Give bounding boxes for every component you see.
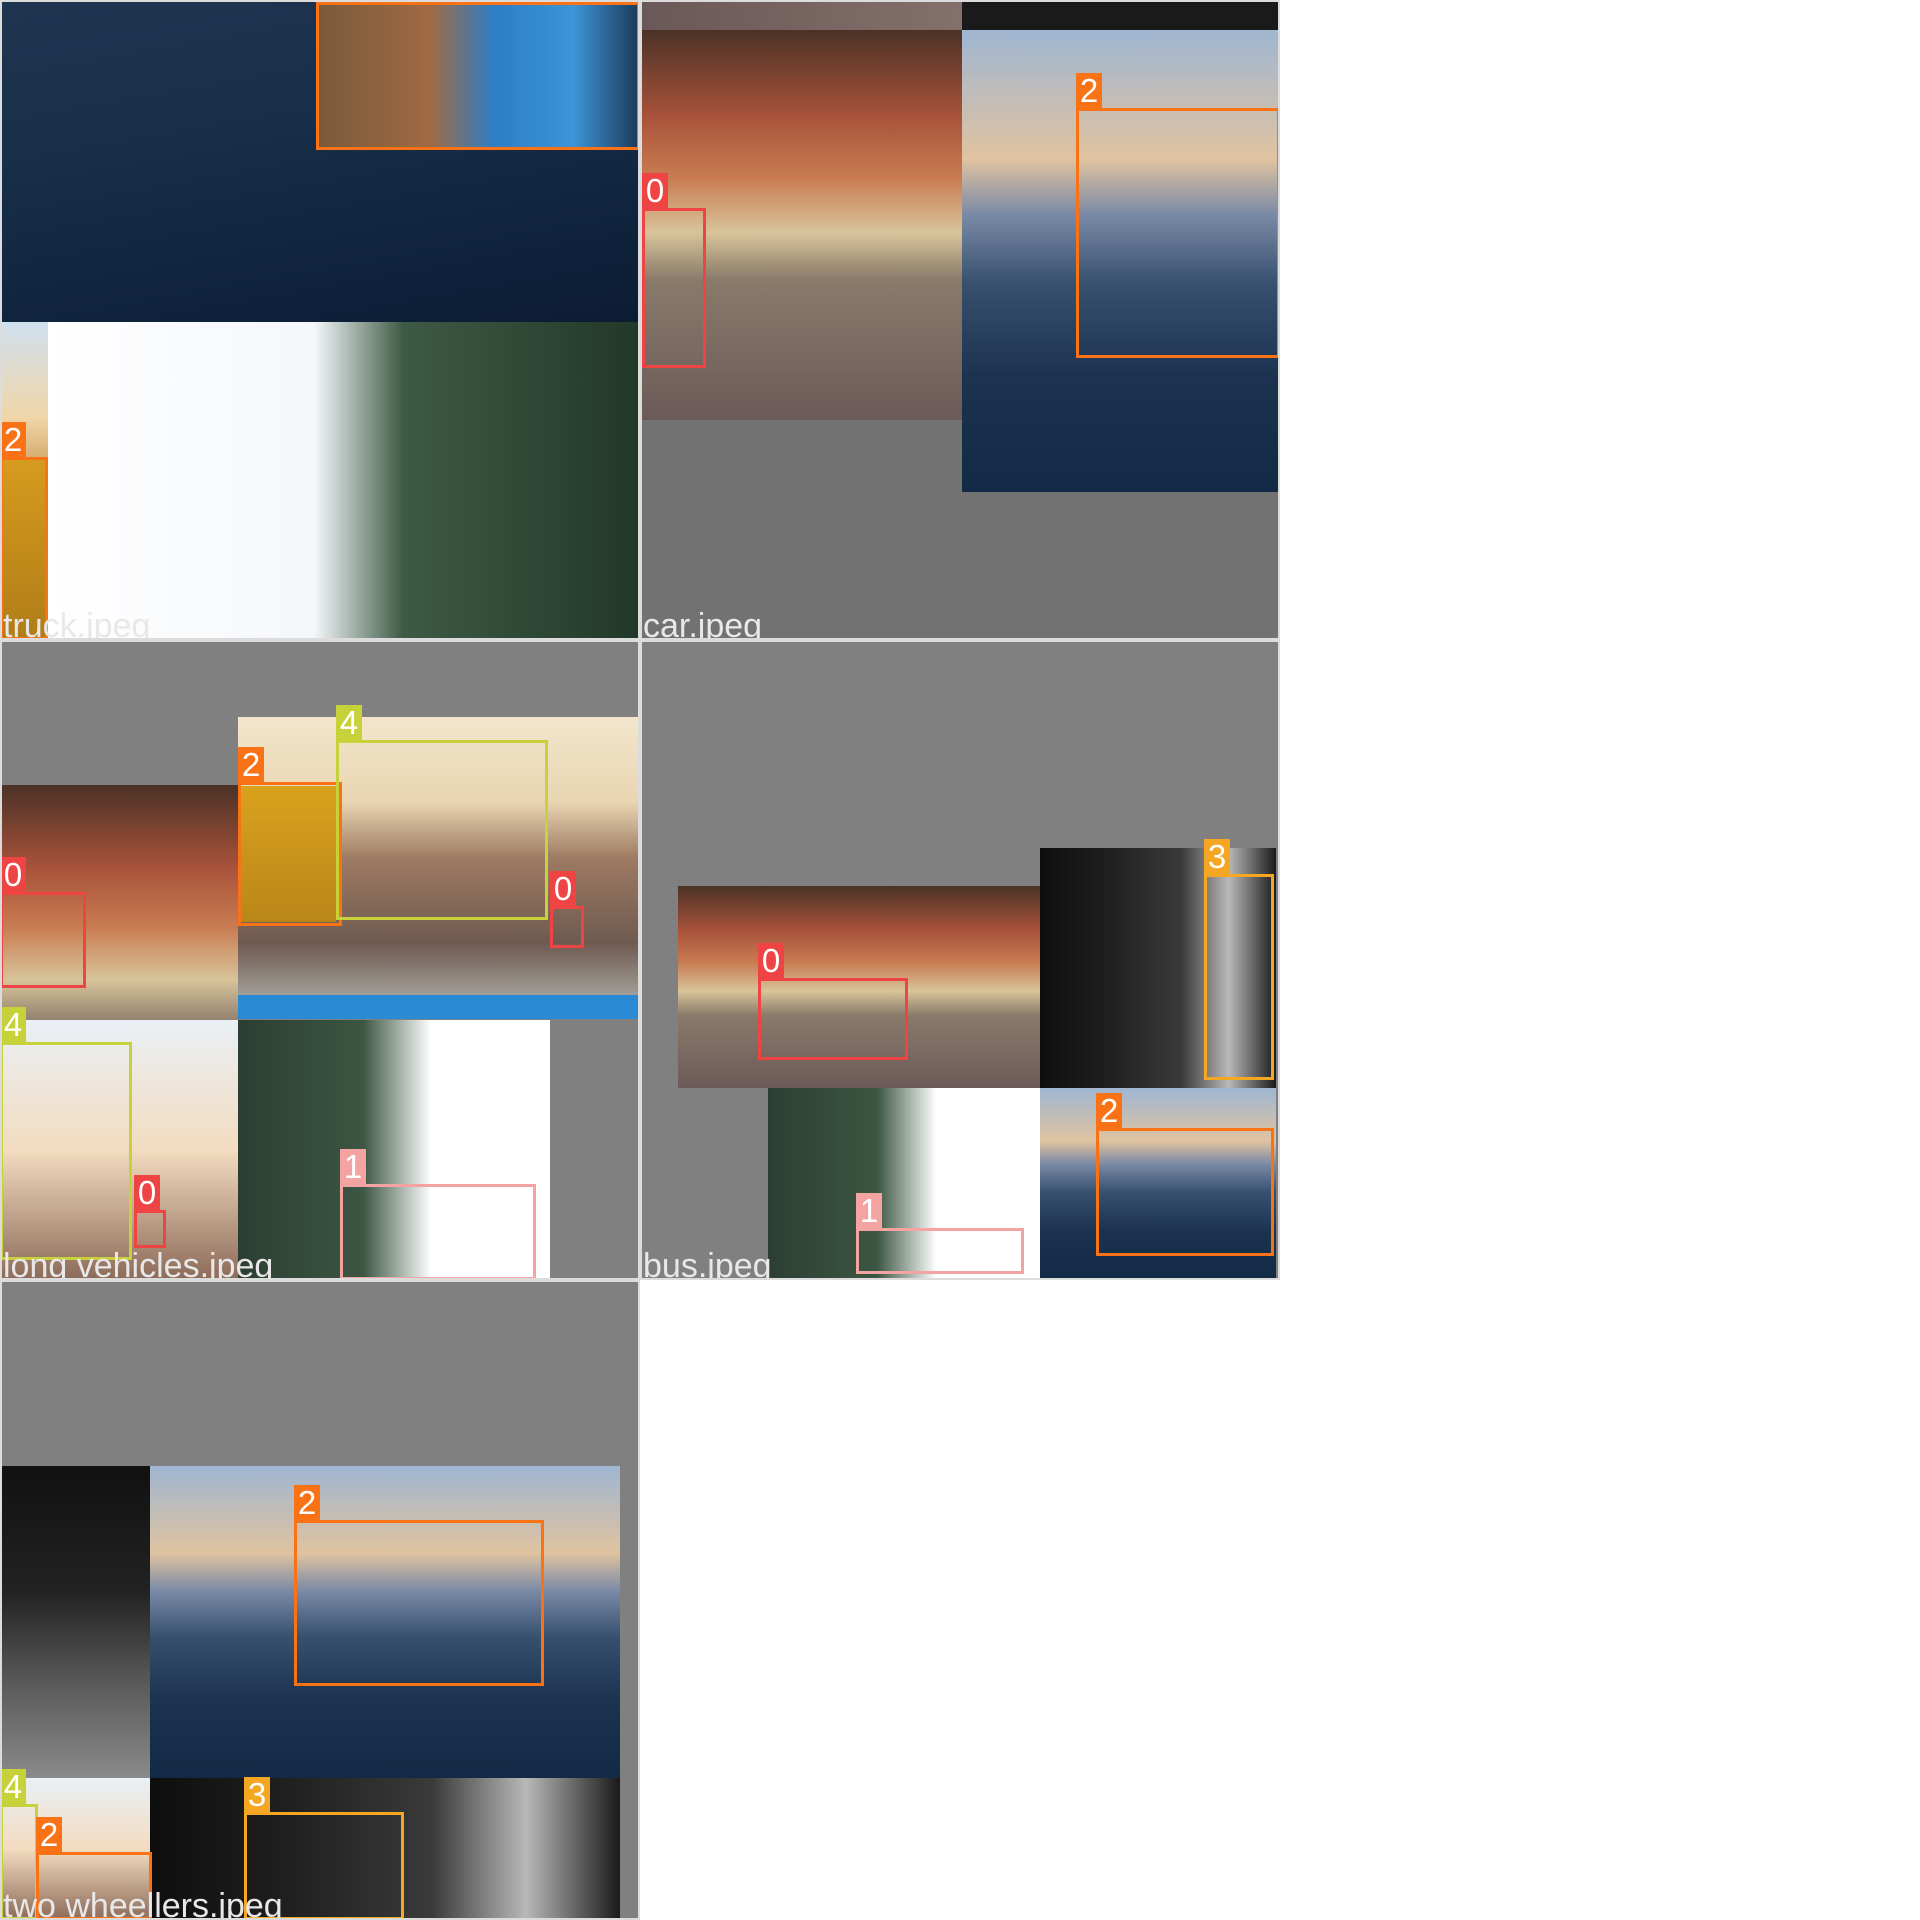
mosaic-tile-car: 0 2 car.jpeg xyxy=(640,0,1280,640)
mosaic-tile-bus: 0 3 1 2 bus.jpeg xyxy=(640,640,1280,1280)
detection-class-label: 2 xyxy=(316,0,342,2)
tile-caption: long vehicles.jpeg xyxy=(3,1247,274,1280)
tile-caption: truck.jpeg xyxy=(3,607,151,640)
detection-box: 4 xyxy=(336,705,548,920)
mosaic-tile-two-wheelers: 2 4 2 3 two wheellers.jpeg xyxy=(0,1280,640,1920)
mosaic-tile-long-vehicles: 0 2 4 0 4 0 1 long vehicles.jpeg xyxy=(0,640,640,1280)
detection-class-label: 0 xyxy=(134,1175,160,1210)
tile-caption: car.jpeg xyxy=(643,607,763,640)
mosaic-image-dark-road xyxy=(0,1466,150,1778)
detection-box: 2 xyxy=(294,1485,544,1686)
detection-class-label: 0 xyxy=(642,173,668,208)
detection-class-label: 2 xyxy=(294,1485,320,1520)
detection-class-label: 4 xyxy=(336,705,362,740)
detection-box: 2 xyxy=(1076,73,1280,358)
detection-class-label: 4 xyxy=(0,1007,26,1042)
mosaic-image-top-strip xyxy=(640,0,962,30)
mosaic-image-watermark-band xyxy=(238,995,640,1019)
detection-class-label: 2 xyxy=(1096,1093,1122,1128)
detection-box: 4 xyxy=(0,1007,132,1260)
detection-class-label: 1 xyxy=(856,1193,882,1228)
detection-box: 0 xyxy=(758,943,908,1060)
detection-box: 0 xyxy=(550,871,584,948)
detection-box: 3 xyxy=(1204,839,1274,1080)
detection-class-label: 0 xyxy=(0,857,26,892)
mosaic-image-dark-strip xyxy=(962,0,1280,30)
detection-box: 0 xyxy=(134,1175,166,1248)
detection-class-label: 3 xyxy=(244,1777,270,1812)
tile-caption: two wheellers.jpeg xyxy=(3,1887,283,1920)
detection-box: 2 xyxy=(238,747,342,926)
detection-class-label: 2 xyxy=(1076,73,1102,108)
detection-class-label: 3 xyxy=(1204,839,1230,874)
detection-class-label: 0 xyxy=(758,943,784,978)
detection-class-label: 2 xyxy=(0,422,26,457)
detection-box: 1 xyxy=(856,1193,1024,1274)
tile-caption: bus.jpeg xyxy=(643,1247,772,1280)
mosaic-tile-truck: 2 2 truck.jpeg xyxy=(0,0,640,640)
detection-box: 0 xyxy=(642,173,706,368)
detection-class-label: 1 xyxy=(340,1149,366,1184)
detection-box: 2 xyxy=(316,0,640,150)
detection-box: 2 xyxy=(1096,1093,1274,1256)
detection-class-label: 0 xyxy=(550,871,576,906)
detection-class-label: 2 xyxy=(36,1817,62,1852)
detection-class-label: 4 xyxy=(0,1769,26,1804)
detection-class-label: 2 xyxy=(238,747,264,782)
detection-box: 0 xyxy=(0,857,86,988)
detection-box: 1 xyxy=(340,1149,536,1280)
mosaic-image-cliff xyxy=(48,322,640,640)
